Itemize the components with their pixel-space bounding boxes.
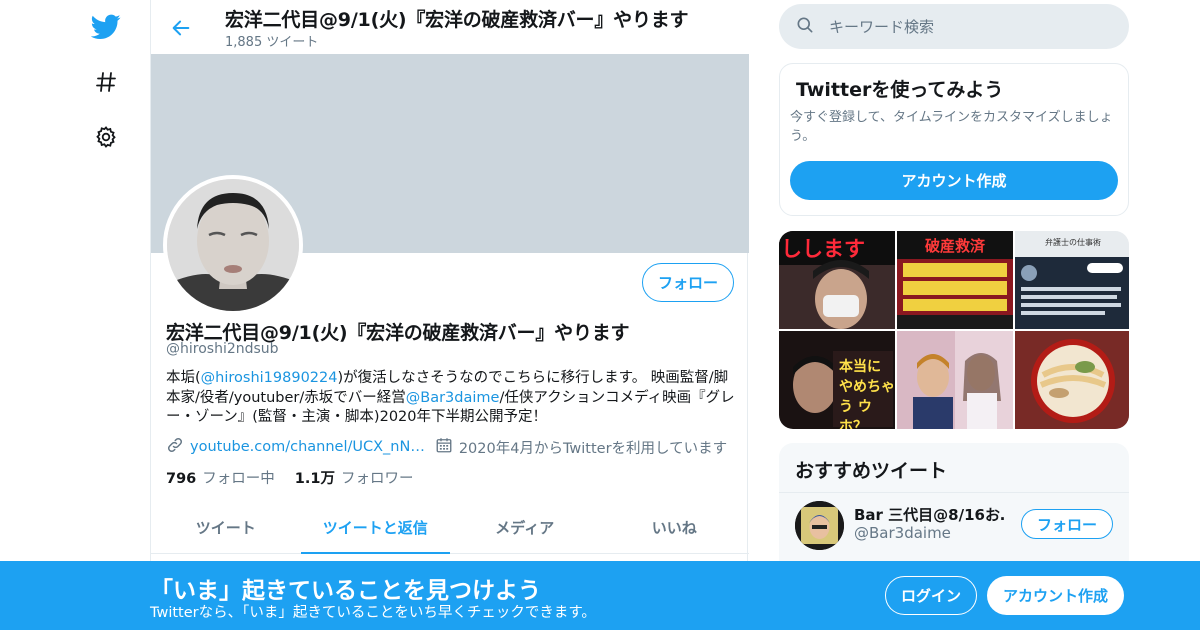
tab-tweets[interactable]: ツイート: [151, 502, 301, 553]
profile-website-link[interactable]: youtube.com/channel/UCX_nN…: [190, 439, 425, 455]
header-title: 宏洋二代目@9/1(火)『宏洋の破産救済バー』やります: [225, 9, 689, 31]
following-count: 796: [166, 471, 197, 487]
bottom-bar-title: 「いま」起きていることを見つけよう: [150, 578, 541, 604]
media-thumbnail[interactable]: 本当に やめちゃう ウホ？: [779, 331, 895, 429]
profile-column: 宏洋二代目@9/1(火)『宏洋の破産救済バー』やります 1,885 ツイート フ…: [150, 0, 749, 630]
profile-meta: youtube.com/channel/UCX_nN… 2020年4月からTwi…: [166, 436, 727, 458]
login-button[interactable]: ログイン: [885, 576, 977, 615]
link-icon: [166, 436, 184, 458]
thumbnail-caption: 本当に やめちゃう ウホ？: [839, 359, 895, 429]
signup-card: Twitterを使ってみよう 今すぐ登録して、タイムラインをカスタマイズしましょ…: [779, 63, 1129, 216]
media-thumbnail[interactable]: 弁護士の仕事術: [1015, 231, 1129, 329]
bio-text: 本垢(: [166, 370, 201, 386]
recommended-follow-button[interactable]: フォロー: [1021, 509, 1113, 539]
thumbnail-caption: 破産救済: [925, 237, 986, 255]
recommended-account-name[interactable]: Bar 三代目@8/16お…: [854, 504, 1004, 525]
signup-prompt-bar: 「いま」起きていることを見つけよう Twitterなら、「いま」起きていることを…: [0, 561, 1200, 630]
media-thumbnail[interactable]: しします: [779, 231, 895, 329]
gear-icon[interactable]: [90, 121, 122, 153]
profile-avatar[interactable]: [163, 175, 303, 315]
calendar-icon: [435, 436, 453, 458]
tab-media[interactable]: メディア: [450, 502, 600, 553]
recommended-tweets-card: おすすめツイート Bar 三代目@8/16お… @Bar3daime フォロー: [779, 443, 1129, 573]
thumbnail-caption: しします: [781, 237, 865, 261]
followers-count: 1.1万: [294, 471, 335, 487]
recommended-account-handle: @Bar3daime: [854, 524, 951, 542]
media-thumbnail[interactable]: [897, 331, 1013, 429]
media-grid: しします 破産救済 弁護士の仕事術 本当に やめちゃう ウホ？: [779, 231, 1129, 429]
following-label: フォロー中: [202, 471, 275, 487]
thumbnail-caption: 弁護士の仕事術: [1045, 238, 1101, 247]
tweet-count: 1,885 ツイート: [225, 35, 319, 50]
create-account-button[interactable]: アカウント作成: [790, 161, 1118, 200]
search-bar[interactable]: キーワード検索: [779, 4, 1129, 49]
search-input[interactable]: キーワード検索: [829, 16, 934, 37]
recommended-title: おすすめツイート: [795, 460, 948, 482]
following-stat[interactable]: 796 フォロー中: [166, 467, 275, 488]
bio-mention-link[interactable]: @Bar3daime: [406, 390, 500, 406]
back-arrow-icon[interactable]: [165, 12, 197, 44]
followers-stat[interactable]: 1.1万 フォロワー: [295, 467, 414, 488]
signup-card-description: 今すぐ登録して、タイムラインをカスタマイズしましょう。: [790, 110, 1113, 144]
bio-mention-link[interactable]: @hiroshi19890224: [201, 370, 338, 386]
follow-stats: 796 フォロー中 1.1万 フォロワー: [166, 467, 433, 488]
signup-card-title: Twitterを使ってみよう: [796, 79, 1004, 101]
profile-header: 宏洋二代目@9/1(火)『宏洋の破産救済バー』やります 1,885 ツイート: [151, 0, 749, 54]
tab-tweets-and-replies[interactable]: ツイートと返信: [300, 502, 451, 554]
bottom-bar-subtitle: Twitterなら、「いま」起きていることをいち早くチェックできます。: [150, 605, 596, 621]
twitter-bird-icon[interactable]: [90, 11, 122, 43]
search-icon: [795, 15, 815, 39]
profile-joined-date: 2020年4月からTwitterを利用しています: [458, 440, 728, 457]
media-thumbnail[interactable]: [1015, 331, 1129, 429]
media-thumbnail[interactable]: 破産救済: [897, 231, 1013, 329]
recommended-avatar[interactable]: [795, 501, 844, 550]
profile-bio: 本垢(@hiroshi19890224)が復活しなさそうなのでこちらに移行します…: [166, 369, 736, 428]
bottom-create-account-button[interactable]: アカウント作成: [987, 576, 1124, 615]
profile-tabs: ツイート ツイートと返信 メディア いいね: [151, 502, 749, 554]
hashtag-icon[interactable]: [90, 66, 122, 98]
divider: [779, 492, 1129, 493]
profile-handle: @hiroshi2ndsub: [166, 341, 279, 357]
follow-button[interactable]: フォロー: [642, 263, 734, 302]
left-nav: [0, 0, 150, 630]
followers-label: フォロワー: [340, 471, 414, 487]
tab-likes[interactable]: いいね: [600, 502, 750, 553]
